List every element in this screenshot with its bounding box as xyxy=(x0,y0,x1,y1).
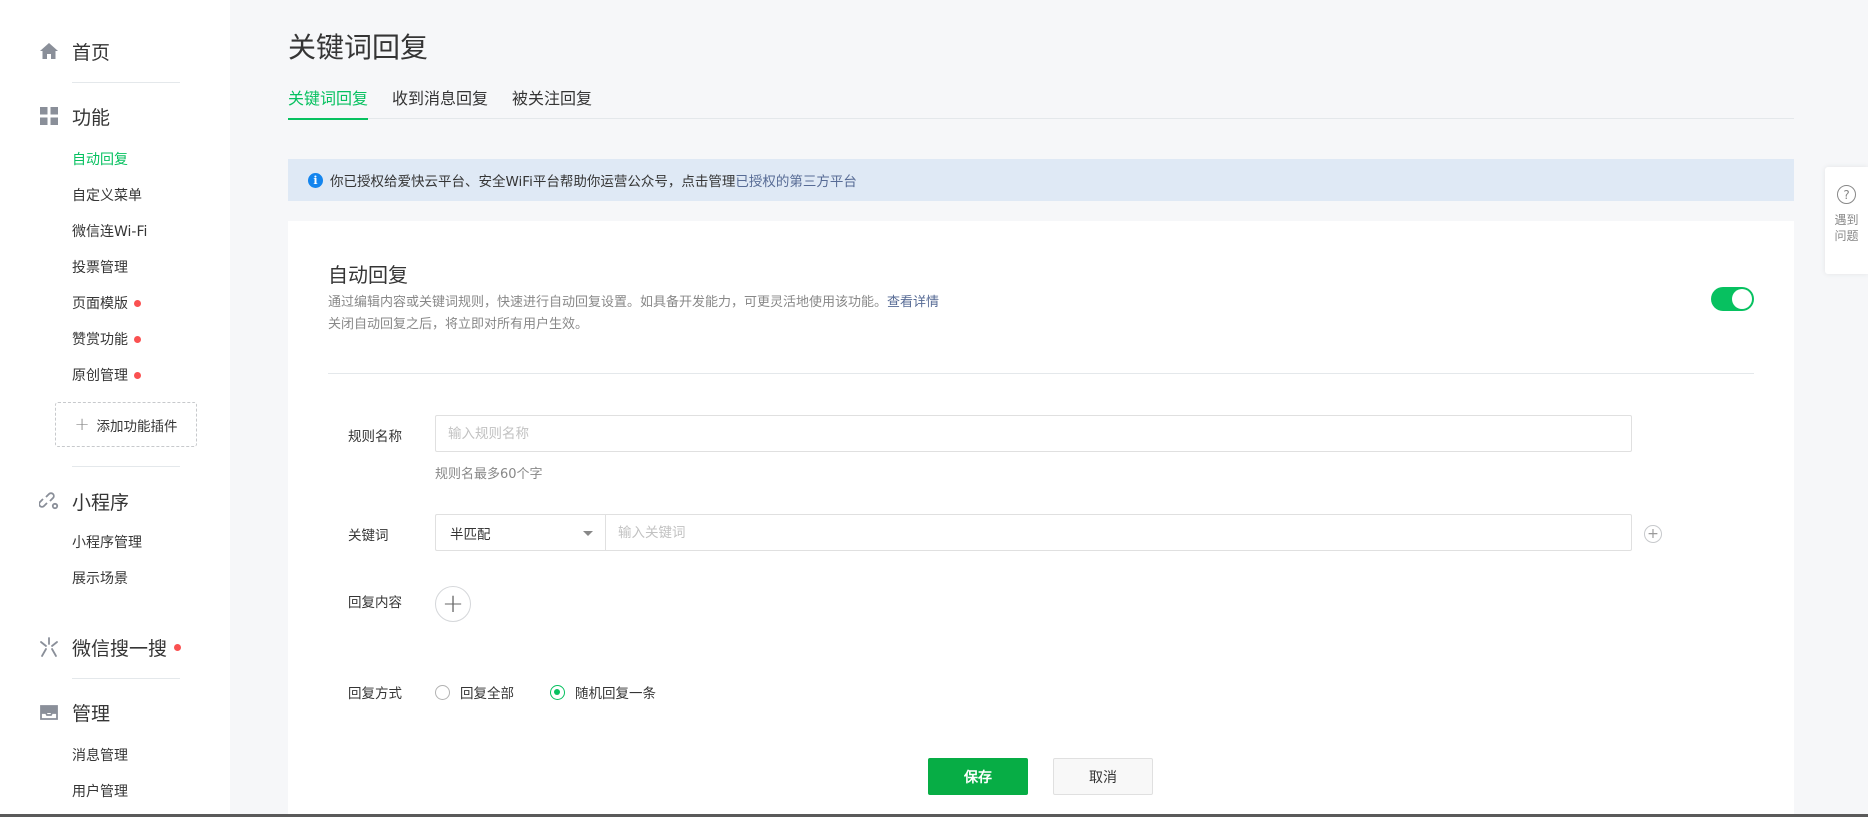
notification-dot xyxy=(134,299,141,307)
sidebar-item-label: 用户管理 xyxy=(72,784,128,800)
sidebar-home[interactable]: 首页 xyxy=(38,36,110,66)
sidebar-manage[interactable]: 管理 xyxy=(38,697,110,727)
rule-name-hint: 规则名最多60个字 xyxy=(435,467,543,482)
search-spark-icon xyxy=(38,636,60,658)
reply-content-label: 回复内容 xyxy=(348,595,402,611)
sidebar-item-miniprogram-manage[interactable]: 小程序管理 xyxy=(72,531,142,553)
reply-mode-label: 回复方式 xyxy=(348,686,402,702)
sidebar-item-label: 原创管理 xyxy=(72,368,128,384)
sidebar-item-label: 展示场景 xyxy=(72,571,128,587)
radio-label: 回复全部 xyxy=(460,686,514,702)
sidebar: 首页 功能 自动回复 自定义菜单 微信连Wi-Fi 投票管理 页面模版 赞赏功能… xyxy=(0,0,230,817)
keyword-label: 关键词 xyxy=(348,528,389,544)
keyword-input[interactable] xyxy=(605,514,1632,551)
sidebar-item-label: 微信连Wi-Fi xyxy=(72,224,148,240)
tab-keyword-reply[interactable]: 关键词回复 xyxy=(288,85,369,120)
sidebar-item-vote[interactable]: 投票管理 xyxy=(72,256,128,278)
sidebar-features-label: 功能 xyxy=(72,106,111,129)
sidebar-item-label: 自定义菜单 xyxy=(72,188,142,204)
authorized-platforms-link[interactable]: 已授权的第三方平台 xyxy=(735,170,857,190)
add-plugin-button[interactable]: + 添加功能插件 xyxy=(55,402,197,447)
link-icon xyxy=(38,490,60,512)
sidebar-item-label: 赞赏功能 xyxy=(72,332,128,348)
radio-button xyxy=(550,684,565,700)
auto-reply-card: 自动回复 通过编辑内容或关键词规则，快速进行自动回复设置。如具备开发能力，可更灵… xyxy=(288,221,1794,817)
sidebar-manage-label: 管理 xyxy=(72,702,111,725)
sidebar-item-custom-menu[interactable]: 自定义菜单 xyxy=(72,184,142,206)
card-desc-line1: 通过编辑内容或关键词规则，快速进行自动回复设置。如具备开发能力，可更灵活地使用该… xyxy=(328,295,888,310)
rule-name-input[interactable] xyxy=(435,415,1632,452)
sidebar-divider xyxy=(72,466,180,467)
card-title: 自动回复 xyxy=(328,263,408,287)
add-plugin-label: 添加功能插件 xyxy=(96,418,178,435)
grid-icon xyxy=(38,105,60,127)
sidebar-item-label: 小程序管理 xyxy=(72,535,142,551)
cancel-button[interactable]: 取消 xyxy=(1053,758,1153,795)
radio-reply-all[interactable]: 回复全部 xyxy=(435,682,514,702)
sidebar-miniprogram[interactable]: 小程序 xyxy=(38,486,129,516)
sidebar-miniprogram-label: 小程序 xyxy=(72,491,130,514)
radio-button xyxy=(435,684,450,700)
sidebar-item-scenes[interactable]: 展示场景 xyxy=(72,567,128,589)
sidebar-item-messages[interactable]: 消息管理 xyxy=(72,744,128,766)
sidebar-item-original[interactable]: 原创管理 xyxy=(72,364,141,386)
sidebar-divider xyxy=(72,678,180,679)
notification-dot xyxy=(134,371,141,379)
tab-follow-reply[interactable]: 被关注回复 xyxy=(512,85,592,119)
info-icon: i xyxy=(308,172,323,188)
auto-reply-toggle[interactable] xyxy=(1711,287,1754,311)
help-tab[interactable]: ? 遇到问题 xyxy=(1825,167,1868,274)
sidebar-item-label: 消息管理 xyxy=(72,748,128,764)
add-reply-content-button[interactable]: + xyxy=(435,586,471,622)
notification-dot xyxy=(174,643,182,651)
save-button[interactable]: 保存 xyxy=(928,758,1028,795)
sidebar-item-auto-reply[interactable]: 自动回复 xyxy=(72,148,128,170)
plus-icon: + xyxy=(74,414,90,435)
home-icon xyxy=(38,40,60,62)
add-keyword-button[interactable]: + xyxy=(1644,525,1662,543)
sidebar-item-wifi[interactable]: 微信连Wi-Fi xyxy=(72,220,147,242)
sidebar-item-label: 页面模版 xyxy=(72,296,128,312)
sidebar-item-page-template[interactable]: 页面模版 xyxy=(72,292,141,314)
help-text: 遇到问题 xyxy=(1834,213,1859,243)
sidebar-divider xyxy=(72,82,180,83)
sidebar-features[interactable]: 功能 xyxy=(38,101,110,131)
match-type-select[interactable]: 半匹配 xyxy=(435,514,605,551)
sidebar-search-label: 微信搜一搜 xyxy=(72,637,168,660)
notification-dot xyxy=(134,335,141,343)
card-divider xyxy=(328,373,1754,374)
notice-text: 你已授权给爱快云平台、安全WiFi平台帮助你运营公众号，点击管理 xyxy=(330,174,736,190)
match-type-value: 半匹配 xyxy=(450,526,491,543)
sidebar-search[interactable]: 微信搜一搜 xyxy=(38,632,182,662)
sidebar-item-label: 自动回复 xyxy=(72,152,128,168)
question-icon: ? xyxy=(1837,185,1856,204)
toggle-knob xyxy=(1732,289,1752,309)
notice-banner: i 你已授权给爱快云平台、安全WiFi平台帮助你运营公众号，点击管理 已授权的第… xyxy=(288,159,1794,201)
tab-message-reply[interactable]: 收到消息回复 xyxy=(392,85,488,119)
sidebar-item-users[interactable]: 用户管理 xyxy=(72,780,128,802)
tab-bar: 关键词回复 收到消息回复 被关注回复 xyxy=(288,85,1794,120)
view-details-link[interactable]: 查看详情 xyxy=(887,295,939,310)
sidebar-item-reward[interactable]: 赞赏功能 xyxy=(72,328,141,350)
card-desc-line2: 关闭自动回复之后，将立即对所有用户生效。 xyxy=(328,317,589,332)
inbox-icon xyxy=(38,701,60,723)
chevron-down-icon xyxy=(583,531,593,536)
sidebar-home-label: 首页 xyxy=(72,41,111,64)
card-description: 通过编辑内容或关键词规则，快速进行自动回复设置。如具备开发能力，可更灵活地使用该… xyxy=(328,292,939,336)
rule-name-label: 规则名称 xyxy=(348,429,402,445)
page-title: 关键词回复 xyxy=(288,31,429,64)
radio-random-one[interactable]: 随机回复一条 xyxy=(550,682,656,702)
radio-label: 随机回复一条 xyxy=(575,686,656,702)
sidebar-item-label: 投票管理 xyxy=(72,260,128,276)
